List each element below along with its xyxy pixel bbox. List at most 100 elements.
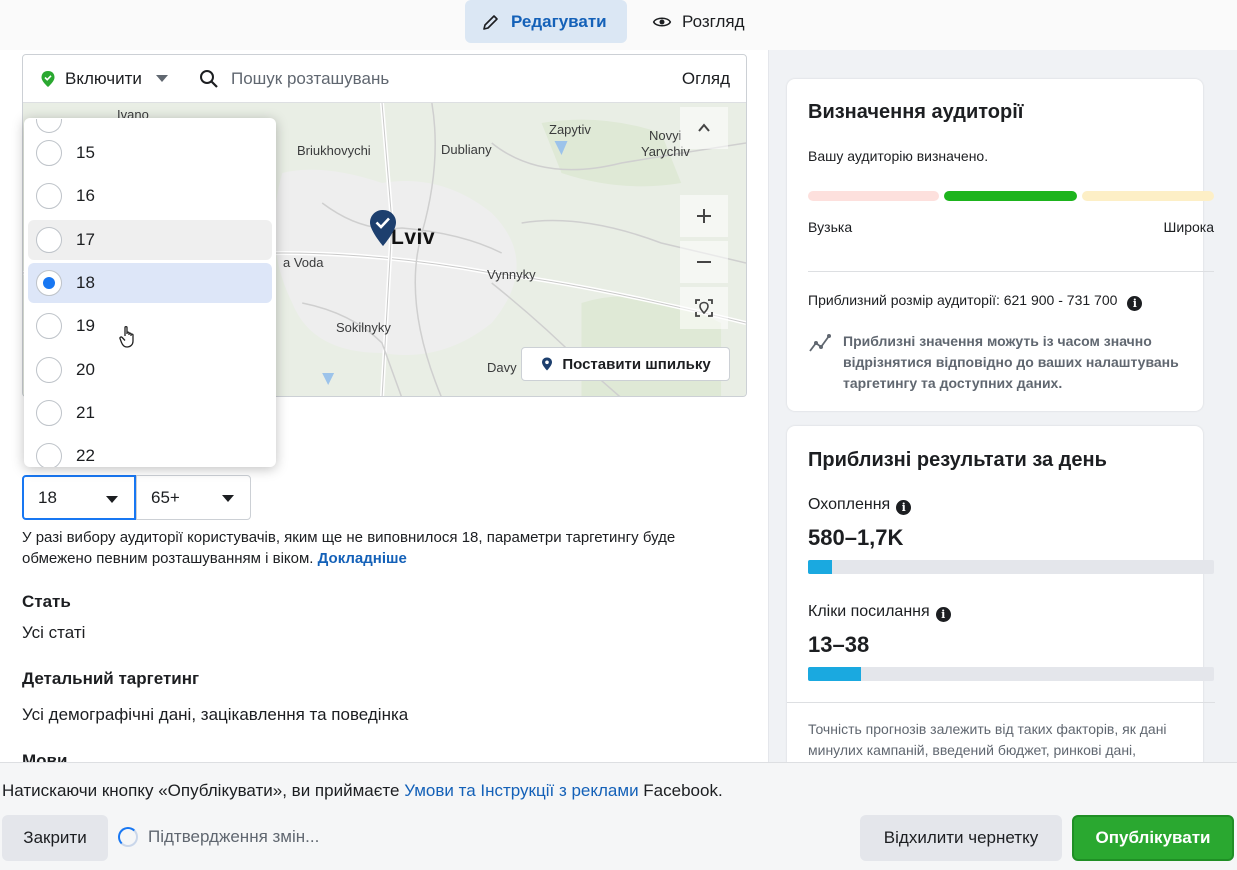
learn-more-link[interactable]: Докладніше [318, 550, 407, 567]
map-label: Dubliany [441, 142, 492, 157]
map-label: Vynnyky [487, 267, 536, 282]
clicks-value: 13–38 [808, 632, 870, 657]
map-label: a Voda [283, 255, 324, 270]
terms-suffix: Facebook. [643, 781, 723, 800]
terms-link[interactable]: Умови та Інструкції з реклами [404, 781, 638, 800]
audience-size-label: Приблизний розмір аудиторії: [808, 292, 1000, 308]
zoom-in-button[interactable] [680, 195, 728, 237]
daily-results-card: Приблизні результати за день Охоплення i … [787, 426, 1215, 762]
audience-definition-card: Визначення аудиторії Вашу аудиторію визн… [787, 79, 1214, 411]
locate-icon [695, 299, 713, 317]
daily-results-title: Приблизні результати за день [808, 449, 1107, 471]
age-option-21[interactable]: 21 [28, 393, 272, 433]
age-dropdown-menu: 15 16 17 18 19 20 21 22 [24, 118, 276, 467]
location-pin-icon [542, 357, 553, 371]
clicks-bar [808, 667, 1214, 681]
age-option-label: 15 [76, 143, 95, 162]
audience-status: Вашу аудиторію визначено. [808, 148, 989, 164]
footer-bar: Натискаючи кнопку «Опублікувати», ви при… [0, 762, 1237, 870]
include-dropdown[interactable]: Включити [23, 69, 191, 89]
map-label: Sokilnyky [336, 320, 391, 335]
minus-icon [697, 261, 711, 263]
radio-icon [36, 443, 62, 467]
detailed-targeting-value[interactable]: Усі демографічні дані, зацікавлення та п… [22, 705, 408, 725]
age-option-label: 18 [76, 273, 95, 292]
reach-bar [808, 560, 1214, 574]
gender-title: Стать [22, 592, 71, 611]
age-option-22[interactable]: 22 [28, 436, 272, 467]
collapse-map-button[interactable] [680, 107, 728, 149]
tab-edit-label: Редагувати [511, 11, 607, 31]
publish-button[interactable]: Опублікувати [1072, 815, 1234, 861]
radio-icon [36, 313, 62, 339]
spinner-icon [118, 827, 138, 847]
radio-icon [36, 357, 62, 383]
search-icon [200, 69, 218, 88]
pending-status: Підтвердження змін... [118, 827, 319, 847]
map-label: Davy [487, 360, 517, 375]
info-icon[interactable]: i [1127, 296, 1143, 311]
radio-icon [36, 227, 62, 253]
chevron-down-icon [222, 495, 234, 502]
age-option-15[interactable]: 15 [28, 133, 272, 173]
gender-value[interactable]: Усі статі [22, 623, 85, 643]
info-icon[interactable]: i [935, 607, 951, 622]
card-divider [808, 271, 1214, 272]
map-label: Zapytiv [549, 122, 591, 137]
zoom-out-button[interactable] [680, 241, 728, 283]
tab-edit[interactable]: Редагувати [465, 0, 627, 43]
age-option-16[interactable]: 16 [28, 176, 272, 216]
meter-fit-segment [944, 191, 1077, 201]
detailed-targeting-title: Детальний таргетинг [22, 669, 200, 688]
location-toolbar: Включити Пошук розташувань Огляд [23, 55, 746, 103]
map-pin-icon[interactable] [369, 209, 397, 247]
age-option-18[interactable]: 18 [28, 263, 272, 303]
map-label: Briukhovychi [297, 143, 371, 158]
estimate-disclaimer: Приблизні значення можуть із часом значн… [843, 333, 1179, 391]
languages-title: Мови [22, 751, 68, 762]
radio-selected-icon [36, 270, 62, 296]
locate-button[interactable] [680, 287, 728, 329]
reach-bar-fill [808, 560, 833, 574]
age-min-value: 18 [38, 487, 57, 507]
age-max-select[interactable]: 65+ [136, 475, 251, 520]
pencil-icon [483, 14, 498, 30]
age-option-19[interactable]: 19 [28, 306, 272, 346]
broad-label: Широка [1163, 219, 1214, 235]
tab-view[interactable]: Розгляд [636, 0, 776, 43]
browse-button[interactable]: Огляд [682, 69, 746, 89]
audience-size-value: 621 900 - 731 700 [1003, 292, 1118, 308]
age-option-label: 20 [76, 360, 95, 379]
age-option-label: 16 [76, 186, 95, 205]
terms-text: Натискаючи кнопку «Опублікувати», ви при… [2, 781, 723, 801]
drop-pin-button[interactable]: Поставити шпильку [521, 347, 730, 381]
age-min-select[interactable]: 18 [22, 475, 136, 520]
age-option-label: 19 [76, 316, 95, 335]
summary-panel: Визначення аудиторії Вашу аудиторію визн… [769, 50, 1237, 762]
audience-definition-title: Визначення аудиторії [808, 101, 1024, 123]
age-note: У разі вибору аудиторії користувачів, як… [22, 527, 712, 569]
chevron-up-icon [698, 123, 710, 132]
meter-narrow-segment [808, 191, 939, 201]
pending-label: Підтвердження змін... [148, 827, 320, 846]
audience-size: Приблизний розмір аудиторії: 621 900 - 7… [808, 292, 1143, 311]
meter-broad-segment [1082, 191, 1214, 201]
search-placeholder: Пошук розташувань [231, 68, 390, 88]
info-icon[interactable]: i [896, 500, 912, 515]
eye-icon [652, 17, 672, 26]
include-label: Включити [65, 68, 142, 88]
close-button[interactable]: Закрити [2, 815, 108, 861]
age-option-20[interactable]: 20 [28, 350, 272, 390]
age-option-label: 21 [76, 403, 95, 422]
radio-icon [36, 140, 62, 166]
location-search-input[interactable]: Пошук розташувань [191, 69, 682, 89]
reject-draft-button[interactable]: Відхилити чернетку [860, 815, 1062, 861]
hand-cursor-icon [119, 325, 134, 348]
drop-pin-label: Поставити шпильку [562, 355, 711, 373]
top-tabs: Редагувати Розгляд [0, 0, 1237, 50]
age-option-17[interactable]: 17 [28, 220, 272, 260]
trend-icon [809, 334, 831, 352]
reach-label: Охоплення [808, 496, 891, 513]
location-pin-icon [41, 70, 55, 87]
terms-prefix: Натискаючи кнопку «Опублікувати», ви при… [2, 781, 400, 800]
